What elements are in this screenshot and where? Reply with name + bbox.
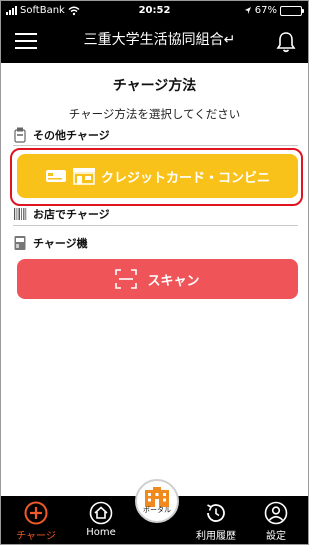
barcode-icon (14, 208, 27, 220)
store-icon (72, 168, 95, 185)
section-label: お店でチャージ (33, 208, 110, 221)
status-bar: SoftBank 20:52 67% (1, 1, 308, 21)
page-title: チャージ方法 (112, 78, 197, 94)
nav-charge[interactable]: チャージ (6, 501, 66, 542)
bell-icon[interactable] (276, 31, 296, 53)
app-title: 三重大学生活協同組合↵ (83, 32, 236, 48)
nav-home[interactable]: Home (71, 501, 131, 538)
plus-circle-icon (24, 501, 48, 525)
card-reader-icon (14, 127, 26, 143)
charge-machine-icon (14, 236, 26, 250)
menu-icon[interactable] (15, 33, 37, 51)
section-label: チャージ機 (33, 237, 88, 250)
section-store-charge: お店でチャージ (13, 206, 298, 222)
top-bar: SoftBank 20:52 67% 三重大学生活協同組合↵ (1, 1, 308, 63)
location-icon (244, 7, 251, 14)
app-frame: SoftBank 20:52 67% 三重大学生活協同組合↵ チャージ方法 チャ… (0, 0, 309, 545)
user-settings-icon (264, 501, 288, 525)
nav-label: チャージ (16, 531, 56, 542)
credit-card-icon (45, 170, 66, 182)
nav-label: 利用履歴 (196, 531, 236, 542)
divider (13, 225, 298, 226)
credit-card-conveni-label: クレジットカード・コンビニ (100, 170, 270, 186)
app-header: 三重大学生活協同組合↵ (1, 21, 308, 63)
battery-percent: 67% (254, 5, 277, 16)
nav-portal[interactable]: ポータル (135, 479, 179, 523)
section-label: その他チャージ (33, 129, 110, 142)
scan-label: スキャン (147, 273, 200, 289)
home-icon (89, 501, 113, 525)
section-other-charge: その他チャージ (13, 127, 298, 143)
battery-icon (280, 5, 304, 16)
page-subtitle: チャージ方法を選択してください (68, 107, 241, 121)
nav-history[interactable]: 利用履歴 (186, 501, 246, 542)
nav-settings[interactable]: 設定 (246, 501, 306, 542)
scan-icon (115, 269, 138, 289)
scan-button[interactable]: スキャン (17, 259, 298, 299)
nav-label: 設定 (266, 531, 286, 542)
nav-portal-label: ポータル (143, 506, 171, 514)
divider (13, 145, 298, 146)
history-icon (207, 504, 225, 522)
credit-card-conveni-button[interactable]: クレジットカード・コンビニ (17, 154, 298, 198)
nav-label: Home (86, 527, 116, 538)
section-charge-machine: チャージ機 (13, 235, 298, 251)
